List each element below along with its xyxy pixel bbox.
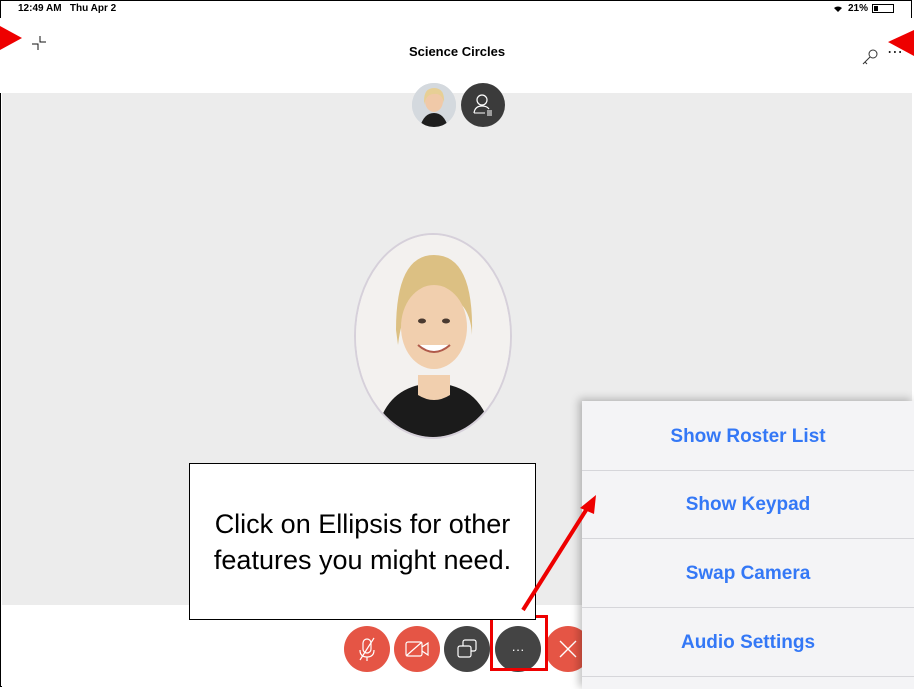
callout-text: Click on Ellipsis for other features you…: [213, 508, 512, 575]
person-photo-large-icon: [356, 235, 510, 437]
instruction-callout: Click on Ellipsis for other features you…: [189, 463, 536, 620]
menu-item-show-keypad[interactable]: Show Keypad: [582, 471, 914, 539]
more-options-icon[interactable]: ⋯: [887, 42, 904, 62]
microphone-off-icon: [359, 637, 375, 661]
camera-off-icon: [405, 641, 429, 657]
participant-avatar-small[interactable]: [412, 83, 456, 127]
battery-icon: [872, 4, 894, 13]
more-options-menu: Show Roster List Show Keypad Swap Camera…: [582, 401, 914, 689]
menu-item-label: Show Keypad: [685, 493, 811, 515]
key-icon[interactable]: [861, 48, 879, 66]
menu-item-label: Swap Camera: [685, 562, 811, 584]
status-time: 12:49 AM Thu Apr 2: [18, 3, 116, 14]
menu-item-show-roster-list[interactable]: Show Roster List: [582, 403, 914, 471]
session-title: Science Circles: [408, 44, 506, 59]
person-photo-icon: [412, 83, 456, 127]
menu-item-swap-camera[interactable]: Swap Camera: [582, 540, 914, 608]
menu-item-label: Show Roster List: [670, 425, 826, 447]
share-icon: [457, 639, 477, 658]
participant-avatar-large: [354, 233, 512, 439]
roster-button[interactable]: [461, 83, 505, 127]
battery-percent: 21%: [847, 3, 868, 14]
menu-item-audio-settings[interactable]: Audio Settings: [582, 609, 914, 677]
time-text: 12:49 AM: [18, 3, 62, 14]
menu-item-label: Audio Settings: [680, 631, 816, 653]
wifi-icon: [833, 6, 842, 12]
nav-bar: Science Circles ⋯: [0, 18, 914, 93]
ellipsis-highlight-box: [490, 615, 548, 671]
camera-button[interactable]: [394, 626, 440, 672]
mute-button[interactable]: [344, 626, 390, 672]
date-text: Thu Apr 2: [69, 3, 117, 14]
status-bar: 12:49 AM Thu Apr 2 21%: [0, 0, 914, 18]
status-right: 21%: [832, 3, 894, 14]
roster-icon: [473, 94, 492, 116]
share-content-button[interactable]: [444, 626, 490, 672]
